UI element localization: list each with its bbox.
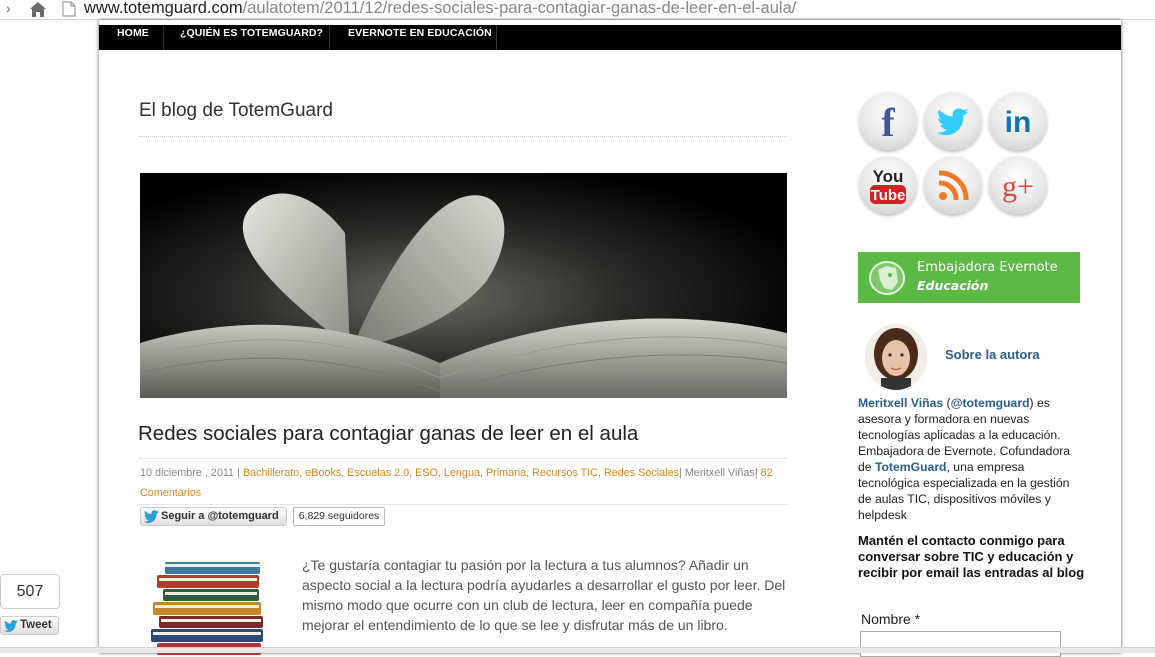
nav-item-evernote[interactable]: EVERNOTE EN EDUCACIÓN	[348, 25, 492, 50]
tweet-label: Tweet	[20, 619, 52, 631]
category-link[interactable]: Bachillerato	[243, 467, 299, 479]
twitter-bird-icon	[144, 510, 159, 523]
twitter-bird-icon	[4, 620, 18, 632]
name-field[interactable]	[860, 631, 1061, 657]
page-icon	[62, 1, 76, 17]
company-link[interactable]: TotemGuard	[875, 460, 947, 474]
forward-arrow-icon[interactable]: ›	[6, 0, 11, 16]
about-author-title: Sobre la autora	[945, 347, 1040, 362]
nav-divider	[496, 25, 497, 50]
nav-item-quien-es[interactable]: ¿QUIÉN ES TOTEMGUARD?	[180, 25, 323, 50]
author-avatar	[865, 324, 927, 390]
divider	[139, 504, 787, 505]
svg-text:You: You	[873, 167, 904, 186]
category-link[interactable]: Recursos TIC	[532, 467, 598, 479]
google-plus-icon[interactable]: g+	[989, 156, 1047, 214]
address-field[interactable]: www.totemguard.com/aulatotem/2011/12/red…	[84, 0, 796, 18]
post-hero-image[interactable]	[140, 173, 787, 398]
nav-item-home[interactable]: HOME	[117, 25, 149, 50]
category-link[interactable]: ESO	[415, 467, 438, 479]
evernote-elephant-icon	[869, 261, 905, 295]
twitter-icon[interactable]	[924, 92, 982, 150]
svg-text:Tube: Tube	[871, 187, 906, 204]
evernote-subtitle: Educación	[917, 278, 989, 293]
main-nav: HOME ¿QUIÉN ES TOTEMGUARD? EVERNOTE EN E…	[99, 25, 1121, 50]
follow-label: Seguir a @totemguard	[161, 510, 279, 522]
svg-text:f: f	[881, 100, 895, 145]
home-icon[interactable]	[28, 0, 48, 18]
category-link[interactable]: eBooks	[305, 467, 341, 479]
rss-icon[interactable]	[924, 156, 982, 214]
category-link[interactable]: Redes Sociales	[604, 467, 679, 479]
author-name-link[interactable]: Meritxell Viñas	[858, 396, 943, 410]
category-link[interactable]: Escuelas 2.0	[347, 467, 409, 479]
youtube-icon[interactable]: You Tube	[859, 156, 917, 214]
svg-text:in: in	[1005, 106, 1032, 139]
divider	[139, 136, 787, 137]
share-count: 507	[0, 574, 60, 609]
svg-text:g+: g+	[1002, 170, 1034, 203]
name-field-label: Nombre *	[861, 611, 921, 627]
post-title[interactable]: Redes sociales para contagiar ganas de l…	[138, 422, 638, 446]
horizontal-scrollbar[interactable]	[0, 647, 1155, 653]
nav-divider	[329, 25, 330, 50]
post-date: 10 diciembre , 2011	[140, 467, 235, 479]
divider	[139, 458, 787, 459]
category-link[interactable]: Lengua	[444, 467, 480, 479]
books-stack-image	[151, 562, 263, 655]
evernote-title: Embajadora Evernote	[917, 260, 1058, 275]
book-heart-image	[140, 173, 787, 398]
author-handle-link[interactable]: @totemguard	[951, 396, 1030, 410]
category-link[interactable]: Primaria	[486, 467, 526, 479]
blog-title[interactable]: El blog de TotemGuard	[139, 100, 333, 122]
evernote-ambassador-badge[interactable]: Embajadora Evernote Educación	[858, 252, 1080, 303]
nav-divider	[163, 25, 164, 50]
post-author: Meritxell Viñas	[684, 467, 755, 479]
newsletter-heading: Mantén el contacto conmigo para conversa…	[858, 533, 1085, 580]
twitter-follow-button[interactable]: Seguir a @totemguard	[140, 507, 287, 526]
linkedin-icon[interactable]: in	[989, 92, 1047, 150]
facebook-icon[interactable]: f	[859, 92, 917, 150]
tweet-button[interactable]: Tweet	[0, 616, 59, 635]
page-frame: HOME ¿QUIÉN ES TOTEMGUARD? EVERNOTE EN E…	[99, 20, 1121, 657]
post-intro: ¿Te gustaría contagiar tu pasión por la …	[302, 557, 786, 633]
browser-url-bar: › www.totemguard.com/aulatotem/2011/12/r…	[0, 0, 1155, 20]
post-meta: 10 diciembre , 2011 | Bachillerato, eBoo…	[140, 467, 773, 499]
about-author-text: Meritxell Viñas (@totemguard) es asesora…	[858, 396, 1071, 522]
follower-count: 6,829 seguidores	[293, 507, 385, 526]
